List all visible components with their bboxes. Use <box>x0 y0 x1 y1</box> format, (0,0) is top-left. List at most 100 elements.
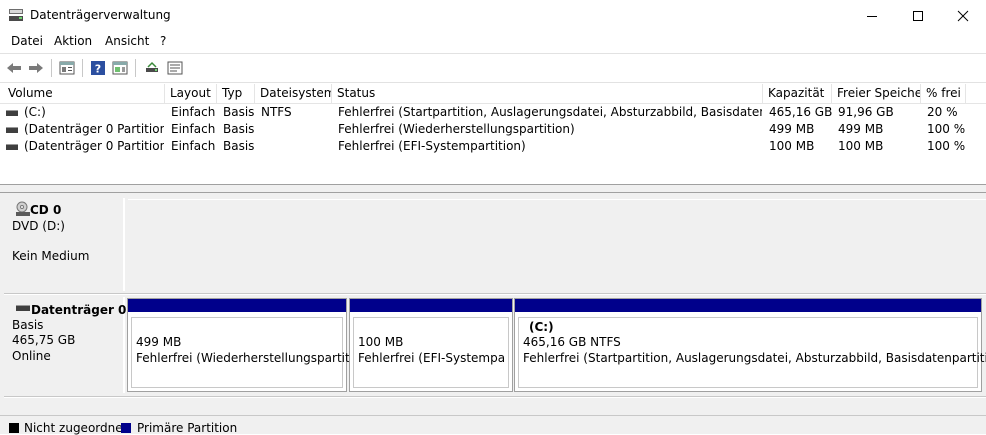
volume-icon <box>6 110 18 116</box>
volume-row[interactable]: (Datenträger 0 Partition 2) Einfach Basi… <box>0 138 986 155</box>
toolbar: ? <box>0 53 986 83</box>
volume-layout: Einfach <box>171 122 216 136</box>
volume-list-header: Volume Layout Typ Dateisystem Status Kap… <box>0 84 986 104</box>
disk-0-type: Basis <box>12 318 44 332</box>
volume-freier-speicher: 100 MB <box>838 139 884 153</box>
volume-status: Fehlerfrei (EFI-Systempartition) <box>338 139 526 153</box>
partition-inner: (C:) 465,16 GB NTFS Fehlerfrei (Startpar… <box>518 317 986 388</box>
volume-kapazitaet: 499 MB <box>769 122 815 136</box>
help-icon: ? <box>91 61 105 76</box>
rescan-icon <box>146 61 158 72</box>
maximize-button[interactable] <box>895 0 941 31</box>
cd-name: CD 0 <box>30 203 62 217</box>
volume-kapazitaet: 465,16 GB <box>769 105 833 119</box>
partition-inner: 100 MB Fehlerfrei (EFI-Systempartition) <box>353 317 509 388</box>
volume-list: Volume Layout Typ Dateisystem Status Kap… <box>0 84 986 184</box>
disk-0-name: Datenträger 0 <box>31 303 127 317</box>
partition-status: Fehlerfrei (Startpartition, Auslagerungs… <box>523 351 986 365</box>
partition-inner: 499 MB Fehlerfrei (Wiederherstellungspar… <box>131 317 373 388</box>
volume-icon <box>6 127 18 133</box>
pane-splitter[interactable] <box>0 184 986 193</box>
forward-arrow-icon <box>29 63 43 73</box>
minimize-icon <box>867 15 877 17</box>
column-header-freier-speicher[interactable]: Freier Speicher <box>832 84 921 103</box>
volume-prozent-frei: 20 % <box>927 105 958 119</box>
column-header-volume[interactable]: Volume <box>3 84 165 103</box>
toolbar-separator <box>135 59 136 77</box>
volume-layout: Einfach <box>171 139 216 153</box>
column-header-kapazitaet[interactable]: Kapazität <box>763 84 832 103</box>
volume-layout: Einfach <box>171 105 216 119</box>
forward-button[interactable] <box>27 59 45 77</box>
cd-drive-icon <box>16 201 30 216</box>
volume-name: (Datenträger 0 Partition 1) <box>24 122 164 136</box>
column-header-typ[interactable]: Typ <box>217 84 255 103</box>
window-title: Datenträgerverwaltung <box>30 8 171 22</box>
legend: Nicht zugeordnet Primäre Partition <box>0 415 986 435</box>
volume-prozent-frei: 100 % <box>927 122 966 136</box>
legend-unallocated-swatch <box>9 423 19 433</box>
volume-dateisystem: NTFS <box>261 105 292 119</box>
disk-0-size: 465,75 GB <box>12 333 76 347</box>
disk-0-info[interactable]: Datenträger 0 Basis 465,75 GB Online <box>4 297 127 393</box>
menu-aktion[interactable]: Aktion <box>54 34 92 48</box>
volume-typ: Basis <box>223 139 255 153</box>
menu-ansicht[interactable]: Ansicht <box>105 34 149 48</box>
close-button[interactable] <box>940 0 986 31</box>
partition-size: 499 MB <box>136 335 182 349</box>
svg-text:?: ? <box>95 63 101 76</box>
disk-properties-button[interactable] <box>166 59 184 77</box>
close-icon <box>957 10 969 21</box>
partition-c[interactable]: (C:) 465,16 GB NTFS Fehlerfrei (Startpar… <box>514 298 986 392</box>
volume-typ: Basis <box>223 122 255 136</box>
disk-properties-icon <box>167 61 183 75</box>
help-button[interactable]: ? <box>89 59 107 77</box>
legend-primary-swatch <box>121 423 131 433</box>
menu-datei[interactable]: Datei <box>11 34 43 48</box>
volume-row[interactable]: (Datenträger 0 Partition 1) Einfach Basi… <box>0 121 986 138</box>
volume-typ: Basis <box>223 105 255 119</box>
cd-state: Kein Medium <box>12 249 90 263</box>
volume-prozent-frei: 100 % <box>927 139 966 153</box>
partition-status: Fehlerfrei (EFI-Systempartition) <box>358 351 506 365</box>
disk-0-status: Online <box>12 349 51 363</box>
partition-status: Fehlerfrei (Wiederherstellungspartition) <box>136 351 373 365</box>
menu-help[interactable]: ? <box>160 34 166 48</box>
column-header-layout[interactable]: Layout <box>165 84 217 103</box>
cd-type: DVD (D:) <box>12 219 65 233</box>
back-button[interactable] <box>5 59 23 77</box>
disk-view: CD 0 DVD (D:) Kein Medium Datenträger 0 … <box>0 193 986 415</box>
properties-button[interactable] <box>58 59 76 77</box>
column-header-prozent-frei[interactable]: % frei <box>921 84 966 103</box>
disk-row-separator <box>4 396 986 398</box>
volume-icon <box>6 144 18 150</box>
disk-management-icon <box>9 9 23 21</box>
volume-status: Fehlerfrei (Startpartition, Auslagerungs… <box>338 105 762 119</box>
primary-partition-bar <box>515 299 981 312</box>
minimize-button[interactable] <box>849 0 895 31</box>
volume-name: (C:) <box>24 105 46 119</box>
column-header-status[interactable]: Status <box>332 84 763 103</box>
partition-recovery[interactable]: 499 MB Fehlerfrei (Wiederherstellungspar… <box>127 298 373 392</box>
menu-bar: Datei Aktion Ansicht ? <box>0 31 986 52</box>
volume-freier-speicher: 91,96 GB <box>838 105 894 119</box>
partition-title: (C:) <box>529 320 554 334</box>
disk-row-separator <box>4 293 986 295</box>
show-hide-pane-button[interactable] <box>111 59 129 77</box>
cd-disk-info[interactable]: CD 0 DVD (D:) Kein Medium <box>4 198 125 291</box>
maximize-icon <box>913 10 923 21</box>
partition-size: 100 MB <box>358 335 404 349</box>
partition-efi[interactable]: 100 MB Fehlerfrei (EFI-Systempartition) <box>349 298 513 392</box>
properties-icon <box>59 61 75 75</box>
primary-partition-bar <box>350 299 512 312</box>
toolbar-separator <box>51 59 52 77</box>
toolbar-separator <box>82 59 83 77</box>
volume-kapazitaet: 100 MB <box>769 139 815 153</box>
primary-partition-bar <box>128 299 346 312</box>
back-arrow-icon <box>7 63 21 73</box>
rescan-button[interactable] <box>143 59 161 77</box>
volume-freier-speicher: 499 MB <box>838 122 884 136</box>
column-header-dateisystem[interactable]: Dateisystem <box>255 84 332 103</box>
volume-row[interactable]: (C:) Einfach Basis NTFS Fehlerfrei (Star… <box>0 104 986 121</box>
volume-name: (Datenträger 0 Partition 2) <box>24 139 164 153</box>
